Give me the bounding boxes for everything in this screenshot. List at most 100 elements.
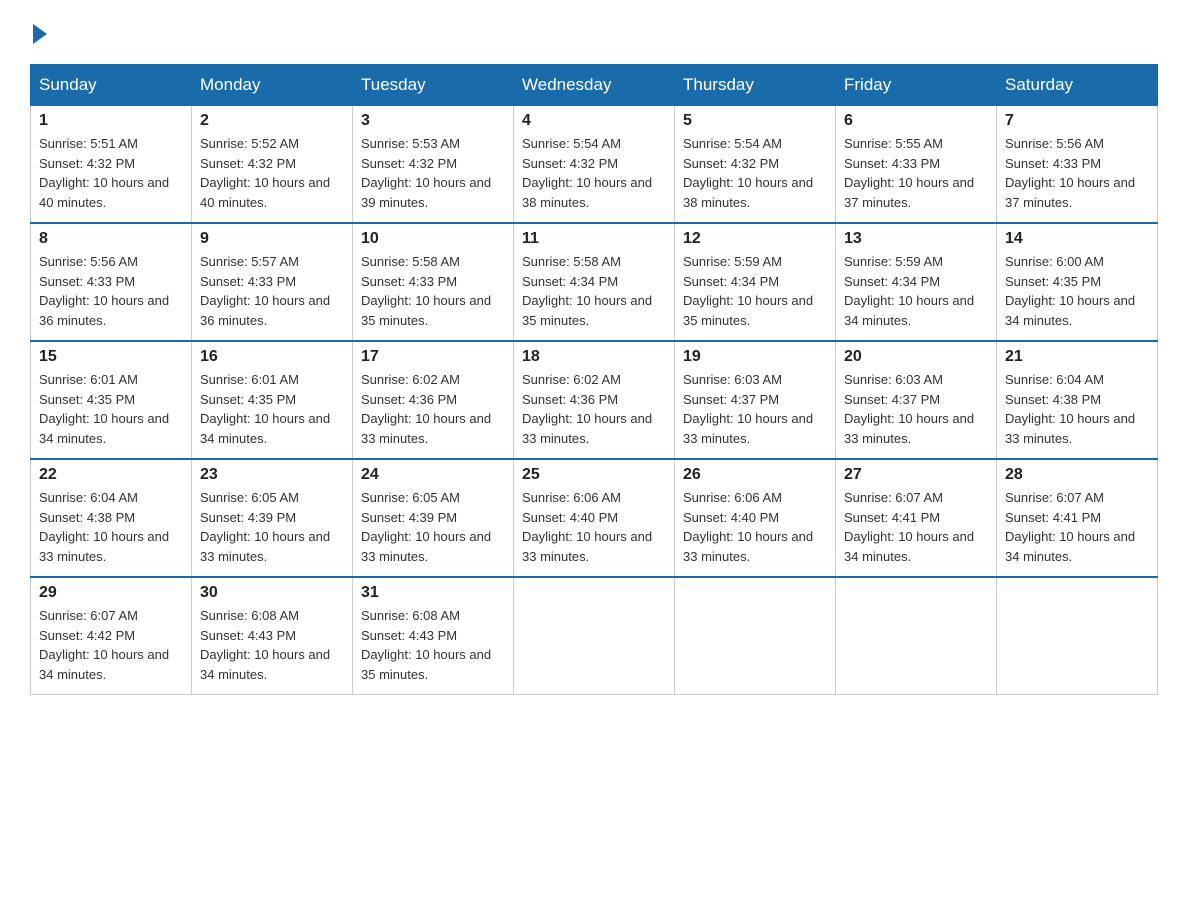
calendar-header-tuesday: Tuesday	[353, 65, 514, 106]
day-info: Sunrise: 6:03 AM Sunset: 4:37 PM Dayligh…	[844, 370, 988, 448]
day-number: 24	[361, 466, 505, 484]
day-info: Sunrise: 6:05 AM Sunset: 4:39 PM Dayligh…	[200, 488, 344, 566]
day-number: 17	[361, 348, 505, 366]
day-info: Sunrise: 5:56 AM Sunset: 4:33 PM Dayligh…	[39, 252, 183, 330]
calendar-day-cell: 15 Sunrise: 6:01 AM Sunset: 4:35 PM Dayl…	[31, 341, 192, 459]
calendar-header-saturday: Saturday	[997, 65, 1158, 106]
calendar-day-cell: 14 Sunrise: 6:00 AM Sunset: 4:35 PM Dayl…	[997, 223, 1158, 341]
calendar-day-cell: 24 Sunrise: 6:05 AM Sunset: 4:39 PM Dayl…	[353, 459, 514, 577]
day-number: 26	[683, 466, 827, 484]
logo	[30, 20, 47, 44]
calendar-day-cell: 20 Sunrise: 6:03 AM Sunset: 4:37 PM Dayl…	[836, 341, 997, 459]
day-number: 25	[522, 466, 666, 484]
calendar-day-cell: 18 Sunrise: 6:02 AM Sunset: 4:36 PM Dayl…	[514, 341, 675, 459]
day-info: Sunrise: 6:02 AM Sunset: 4:36 PM Dayligh…	[522, 370, 666, 448]
calendar-week-row: 1 Sunrise: 5:51 AM Sunset: 4:32 PM Dayli…	[31, 106, 1158, 224]
calendar-day-cell: 4 Sunrise: 5:54 AM Sunset: 4:32 PM Dayli…	[514, 106, 675, 224]
calendar-day-cell	[675, 577, 836, 695]
day-info: Sunrise: 5:57 AM Sunset: 4:33 PM Dayligh…	[200, 252, 344, 330]
calendar-day-cell: 23 Sunrise: 6:05 AM Sunset: 4:39 PM Dayl…	[192, 459, 353, 577]
day-info: Sunrise: 6:08 AM Sunset: 4:43 PM Dayligh…	[361, 606, 505, 684]
calendar-table: SundayMondayTuesdayWednesdayThursdayFrid…	[30, 64, 1158, 695]
calendar-header-friday: Friday	[836, 65, 997, 106]
calendar-day-cell: 22 Sunrise: 6:04 AM Sunset: 4:38 PM Dayl…	[31, 459, 192, 577]
calendar-day-cell: 28 Sunrise: 6:07 AM Sunset: 4:41 PM Dayl…	[997, 459, 1158, 577]
day-info: Sunrise: 6:01 AM Sunset: 4:35 PM Dayligh…	[200, 370, 344, 448]
day-info: Sunrise: 6:07 AM Sunset: 4:41 PM Dayligh…	[844, 488, 988, 566]
day-info: Sunrise: 5:59 AM Sunset: 4:34 PM Dayligh…	[844, 252, 988, 330]
day-info: Sunrise: 5:54 AM Sunset: 4:32 PM Dayligh…	[683, 134, 827, 212]
day-number: 14	[1005, 230, 1149, 248]
day-number: 11	[522, 230, 666, 248]
calendar-week-row: 29 Sunrise: 6:07 AM Sunset: 4:42 PM Dayl…	[31, 577, 1158, 695]
day-info: Sunrise: 5:51 AM Sunset: 4:32 PM Dayligh…	[39, 134, 183, 212]
calendar-day-cell: 9 Sunrise: 5:57 AM Sunset: 4:33 PM Dayli…	[192, 223, 353, 341]
calendar-day-cell: 16 Sunrise: 6:01 AM Sunset: 4:35 PM Dayl…	[192, 341, 353, 459]
calendar-day-cell: 13 Sunrise: 5:59 AM Sunset: 4:34 PM Dayl…	[836, 223, 997, 341]
calendar-day-cell	[836, 577, 997, 695]
calendar-day-cell: 10 Sunrise: 5:58 AM Sunset: 4:33 PM Dayl…	[353, 223, 514, 341]
day-number: 22	[39, 466, 183, 484]
calendar-day-cell: 3 Sunrise: 5:53 AM Sunset: 4:32 PM Dayli…	[353, 106, 514, 224]
day-info: Sunrise: 5:59 AM Sunset: 4:34 PM Dayligh…	[683, 252, 827, 330]
day-number: 8	[39, 230, 183, 248]
day-info: Sunrise: 5:54 AM Sunset: 4:32 PM Dayligh…	[522, 134, 666, 212]
calendar-day-cell	[514, 577, 675, 695]
day-number: 7	[1005, 112, 1149, 130]
day-info: Sunrise: 5:53 AM Sunset: 4:32 PM Dayligh…	[361, 134, 505, 212]
day-info: Sunrise: 6:01 AM Sunset: 4:35 PM Dayligh…	[39, 370, 183, 448]
day-number: 3	[361, 112, 505, 130]
calendar-day-cell: 21 Sunrise: 6:04 AM Sunset: 4:38 PM Dayl…	[997, 341, 1158, 459]
day-number: 28	[1005, 466, 1149, 484]
calendar-header-thursday: Thursday	[675, 65, 836, 106]
day-number: 19	[683, 348, 827, 366]
day-number: 29	[39, 584, 183, 602]
day-number: 27	[844, 466, 988, 484]
calendar-day-cell	[997, 577, 1158, 695]
day-number: 9	[200, 230, 344, 248]
day-number: 6	[844, 112, 988, 130]
calendar-day-cell: 8 Sunrise: 5:56 AM Sunset: 4:33 PM Dayli…	[31, 223, 192, 341]
calendar-day-cell: 26 Sunrise: 6:06 AM Sunset: 4:40 PM Dayl…	[675, 459, 836, 577]
calendar-day-cell: 2 Sunrise: 5:52 AM Sunset: 4:32 PM Dayli…	[192, 106, 353, 224]
calendar-day-cell: 19 Sunrise: 6:03 AM Sunset: 4:37 PM Dayl…	[675, 341, 836, 459]
calendar-day-cell: 25 Sunrise: 6:06 AM Sunset: 4:40 PM Dayl…	[514, 459, 675, 577]
day-info: Sunrise: 6:02 AM Sunset: 4:36 PM Dayligh…	[361, 370, 505, 448]
day-info: Sunrise: 6:03 AM Sunset: 4:37 PM Dayligh…	[683, 370, 827, 448]
calendar-day-cell: 7 Sunrise: 5:56 AM Sunset: 4:33 PM Dayli…	[997, 106, 1158, 224]
calendar-week-row: 22 Sunrise: 6:04 AM Sunset: 4:38 PM Dayl…	[31, 459, 1158, 577]
calendar-day-cell: 12 Sunrise: 5:59 AM Sunset: 4:34 PM Dayl…	[675, 223, 836, 341]
day-number: 31	[361, 584, 505, 602]
page-header	[30, 20, 1158, 44]
day-info: Sunrise: 5:58 AM Sunset: 4:33 PM Dayligh…	[361, 252, 505, 330]
day-number: 10	[361, 230, 505, 248]
day-number: 2	[200, 112, 344, 130]
day-number: 1	[39, 112, 183, 130]
calendar-day-cell: 5 Sunrise: 5:54 AM Sunset: 4:32 PM Dayli…	[675, 106, 836, 224]
day-info: Sunrise: 5:58 AM Sunset: 4:34 PM Dayligh…	[522, 252, 666, 330]
day-number: 21	[1005, 348, 1149, 366]
day-number: 13	[844, 230, 988, 248]
calendar-day-cell: 30 Sunrise: 6:08 AM Sunset: 4:43 PM Dayl…	[192, 577, 353, 695]
day-info: Sunrise: 6:06 AM Sunset: 4:40 PM Dayligh…	[683, 488, 827, 566]
calendar-week-row: 15 Sunrise: 6:01 AM Sunset: 4:35 PM Dayl…	[31, 341, 1158, 459]
calendar-day-cell: 6 Sunrise: 5:55 AM Sunset: 4:33 PM Dayli…	[836, 106, 997, 224]
calendar-day-cell: 29 Sunrise: 6:07 AM Sunset: 4:42 PM Dayl…	[31, 577, 192, 695]
day-info: Sunrise: 6:07 AM Sunset: 4:42 PM Dayligh…	[39, 606, 183, 684]
calendar-day-cell: 27 Sunrise: 6:07 AM Sunset: 4:41 PM Dayl…	[836, 459, 997, 577]
calendar-day-cell: 31 Sunrise: 6:08 AM Sunset: 4:43 PM Dayl…	[353, 577, 514, 695]
day-number: 12	[683, 230, 827, 248]
day-number: 30	[200, 584, 344, 602]
calendar-header-row: SundayMondayTuesdayWednesdayThursdayFrid…	[31, 65, 1158, 106]
day-number: 20	[844, 348, 988, 366]
day-info: Sunrise: 6:07 AM Sunset: 4:41 PM Dayligh…	[1005, 488, 1149, 566]
calendar-week-row: 8 Sunrise: 5:56 AM Sunset: 4:33 PM Dayli…	[31, 223, 1158, 341]
calendar-header-sunday: Sunday	[31, 65, 192, 106]
calendar-day-cell: 1 Sunrise: 5:51 AM Sunset: 4:32 PM Dayli…	[31, 106, 192, 224]
day-number: 23	[200, 466, 344, 484]
day-info: Sunrise: 6:06 AM Sunset: 4:40 PM Dayligh…	[522, 488, 666, 566]
day-info: Sunrise: 6:08 AM Sunset: 4:43 PM Dayligh…	[200, 606, 344, 684]
day-number: 5	[683, 112, 827, 130]
day-info: Sunrise: 6:04 AM Sunset: 4:38 PM Dayligh…	[39, 488, 183, 566]
day-number: 16	[200, 348, 344, 366]
